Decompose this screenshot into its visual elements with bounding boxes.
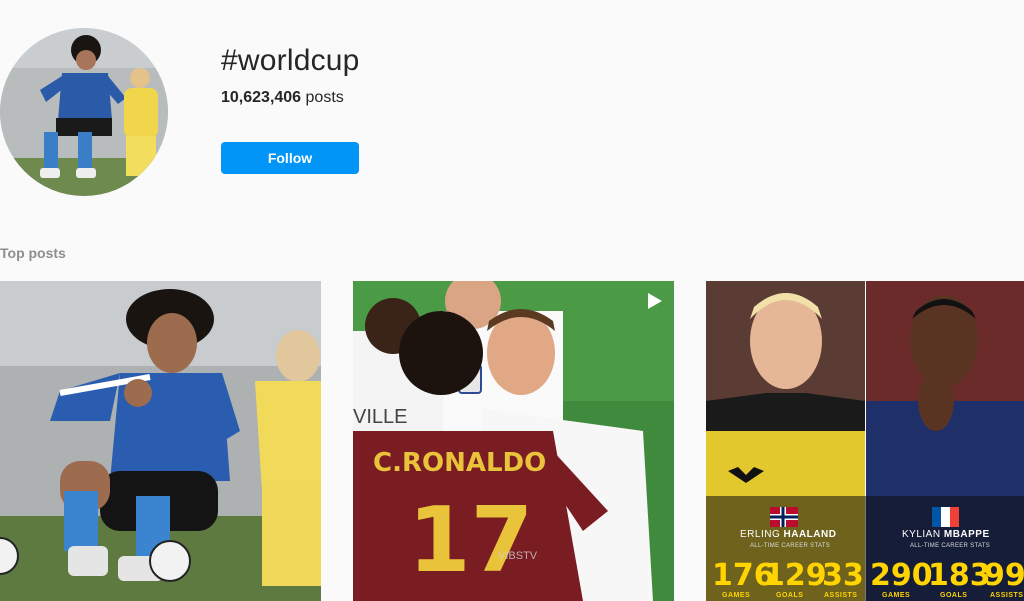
video-watermark: VIBSTV [498,550,538,562]
player-name-left: ERLING HAALAND [740,529,837,540]
hashtag-title: #worldcup [221,44,360,77]
post-1-image [0,281,321,601]
shirt-text: VILLE [353,406,407,428]
top-post-3[interactable]: ERLING HAALAND ALL-TIME CAREER STATS KYL… [706,281,1024,601]
top-post-1[interactable] [0,281,321,601]
jersey-number: 17 [408,488,533,593]
stat-value-left-3: 33 [822,558,864,593]
post-3-image [706,281,1024,601]
follow-button[interactable]: Follow [221,142,359,174]
stat-label-right-2: GOALS [940,592,968,599]
stat-label-left-2: GOALS [776,592,804,599]
play-icon [648,293,662,309]
post-count-suffix: posts [305,89,344,106]
stat-value-right-1: 290 [870,558,933,593]
post-count-value: 10,623,406 [221,89,302,106]
stat-value-right-2: 183 [928,558,991,593]
post-count: 10,623,406 posts [221,89,344,107]
player-subtitle-right: ALL-TIME CAREER STATS [910,543,991,549]
stat-label-right-1: GAMES [882,592,911,599]
stat-label-left-1: GAMES [722,592,751,599]
stat-label-right-3: ASSISTS [990,592,1024,599]
post-2-image: C.RONALDO 17 VILLE VIBSTV [353,281,674,601]
stat-value-left-2: 129 [764,558,827,593]
top-post-2[interactable]: C.RONALDO 17 VILLE VIBSTV [353,281,674,601]
hashtag-avatar [0,28,168,196]
player-subtitle-left: ALL-TIME CAREER STATS [750,543,831,549]
jersey-name: C.RONALDO [373,448,546,478]
avatar-image [0,28,168,196]
player-name-right: KYLIAN MBAPPE [902,529,990,540]
top-posts-heading: Top posts [0,245,66,261]
stat-value-right-3: 99 [984,558,1024,593]
stat-label-left-3: ASSISTS [824,592,858,599]
